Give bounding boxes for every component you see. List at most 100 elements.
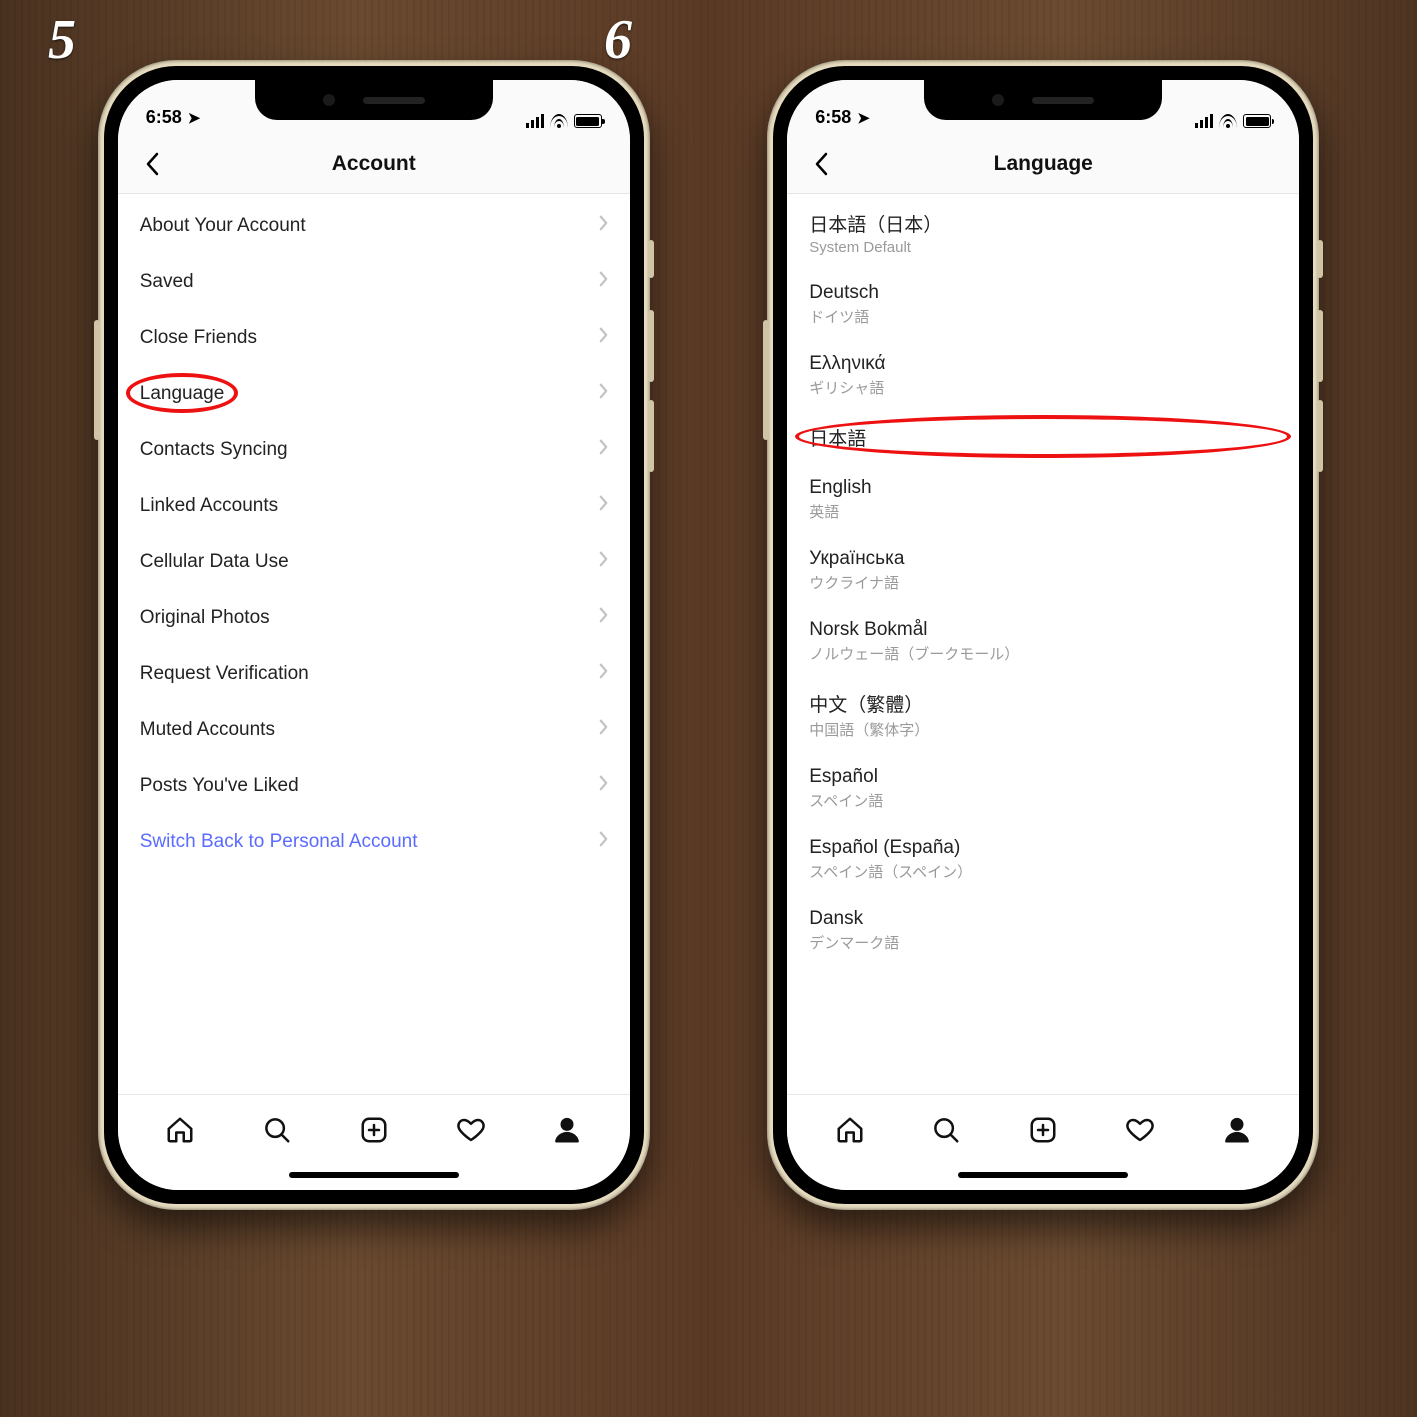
location-icon: ➤	[857, 109, 870, 127]
language-item[interactable]: Españolスペイン語	[787, 754, 1299, 825]
ear-speaker	[363, 97, 425, 104]
chevron-right-icon	[599, 215, 608, 237]
list-item-label: Switch Back to Personal Account	[140, 831, 418, 853]
chevron-left-icon	[814, 152, 828, 176]
status-time: 6:58	[815, 107, 851, 128]
list-item-label: Saved	[140, 271, 194, 293]
content-area[interactable]: About Your Account Saved Close FriendsLang…	[118, 194, 630, 1094]
chevron-right-icon	[599, 831, 608, 853]
home-indicator[interactable]	[289, 1172, 459, 1178]
wifi-icon	[1219, 114, 1237, 128]
cellular-icon	[526, 114, 544, 128]
camera-dot	[992, 94, 1004, 106]
switch-personal-account-link[interactable]: Switch Back to Personal Account	[118, 814, 630, 870]
tab-profile[interactable]	[543, 1106, 591, 1154]
list-item[interactable]: Posts You've Liked	[118, 758, 630, 814]
list-item[interactable]: Cellular Data Use	[118, 534, 630, 590]
list-item[interactable]: Close Friends	[118, 310, 630, 366]
language-name: 日本語	[809, 424, 1277, 451]
back-button[interactable]	[801, 144, 841, 184]
language-name: Norsk Bokmål	[809, 619, 1277, 641]
list-item-label: About Your Account	[140, 215, 306, 237]
chevron-left-icon	[145, 152, 159, 176]
language-name: Español (España)	[809, 837, 1277, 859]
search-icon	[262, 1115, 292, 1145]
language-item[interactable]: Español (España)スペイン語（スペイン）	[787, 825, 1299, 896]
list-item[interactable]: Language	[118, 366, 630, 422]
list-item[interactable]: About Your Account	[118, 198, 630, 254]
cellular-icon	[1195, 114, 1213, 128]
tab-search[interactable]	[922, 1106, 970, 1154]
language-subtitle: スペイン語（スペイン）	[809, 861, 1277, 882]
tab-search[interactable]	[253, 1106, 301, 1154]
tab-profile[interactable]	[1213, 1106, 1261, 1154]
list-item[interactable]: Saved	[118, 254, 630, 310]
volume-down-button	[1317, 400, 1323, 472]
tab-activity[interactable]	[1116, 1106, 1164, 1154]
list-item[interactable]: Muted Accounts	[118, 702, 630, 758]
wifi-icon	[550, 114, 568, 128]
language-subtitle: ギリシャ語	[809, 377, 1277, 398]
chevron-right-icon	[599, 383, 608, 405]
language-item[interactable]: Українськаウクライナ語	[787, 536, 1299, 607]
content-area[interactable]: 日本語（日本） System Default Deutschドイツ語Ελληνικά…	[787, 194, 1299, 1094]
chevron-right-icon	[599, 775, 608, 797]
home-indicator[interactable]	[958, 1172, 1128, 1178]
list-item-label: Contacts Syncing	[140, 439, 288, 461]
list-item-label: Posts You've Liked	[140, 775, 299, 797]
panel-right: 6:58 ➤ Language 日本語（日本）	[718, 60, 1370, 1369]
chevron-right-icon	[599, 271, 608, 293]
language-name: Deutsch	[809, 282, 1277, 304]
language-name: 中文（繁體）	[809, 690, 1277, 717]
language-subtitle: System Default	[809, 239, 1277, 256]
step-label-6: 6	[604, 8, 632, 72]
list-item-label: Cellular Data Use	[140, 551, 289, 573]
power-button	[763, 320, 769, 440]
heart-icon	[1125, 1115, 1155, 1145]
list-item[interactable]: Original Photos	[118, 590, 630, 646]
tab-home[interactable]	[826, 1106, 874, 1154]
plus-square-icon	[1028, 1115, 1058, 1145]
language-name: Español	[809, 766, 1277, 788]
language-subtitle: ノルウェー語（ブークモール）	[809, 643, 1277, 664]
volume-down-button	[648, 400, 654, 472]
language-name: English	[809, 477, 1277, 499]
list-item-label: Request Verification	[140, 663, 309, 685]
language-name: Українська	[809, 548, 1277, 570]
language-item[interactable]: English英語	[787, 465, 1299, 536]
list-item-label: Original Photos	[140, 607, 270, 629]
chevron-right-icon	[599, 495, 608, 517]
language-name: 日本語（日本）	[809, 210, 1277, 237]
tab-bar	[787, 1094, 1299, 1160]
chevron-right-icon	[599, 327, 608, 349]
tab-create[interactable]	[350, 1106, 398, 1154]
list-item[interactable]: Request Verification	[118, 646, 630, 702]
tab-activity[interactable]	[447, 1106, 495, 1154]
phone-frame: 6:58 ➤ Account About Yo	[98, 60, 650, 1210]
nav-bar: Language	[787, 134, 1299, 194]
chevron-right-icon	[599, 663, 608, 685]
tab-bar	[118, 1094, 630, 1160]
back-button[interactable]	[132, 144, 172, 184]
list-item[interactable]: Linked Accounts	[118, 478, 630, 534]
page-title: Language	[994, 152, 1093, 176]
list-item[interactable]: Contacts Syncing	[118, 422, 630, 478]
language-item[interactable]: 中文（繁體）中国語（繁体字）	[787, 678, 1299, 754]
language-item[interactable]: 日本語	[787, 412, 1299, 465]
language-item[interactable]: Norsk Bokmålノルウェー語（ブークモール）	[787, 607, 1299, 678]
screen: 6:58 ➤ Account About Yo	[118, 80, 630, 1190]
battery-icon	[1243, 114, 1271, 128]
notch	[924, 80, 1162, 120]
step-label-5: 5	[48, 8, 76, 72]
page-title: Account	[332, 152, 416, 176]
language-subtitle: スペイン語	[809, 790, 1277, 811]
tab-create[interactable]	[1019, 1106, 1067, 1154]
language-item[interactable]: Ελληνικάギリシャ語	[787, 341, 1299, 412]
language-item[interactable]: Danskデンマーク語	[787, 896, 1299, 967]
mute-switch	[1317, 240, 1323, 278]
phone-frame: 6:58 ➤ Language 日本語（日本）	[767, 60, 1319, 1210]
language-item[interactable]: 日本語（日本） System Default	[787, 198, 1299, 270]
language-item[interactable]: Deutschドイツ語	[787, 270, 1299, 341]
language-name: Dansk	[809, 908, 1277, 930]
tab-home[interactable]	[156, 1106, 204, 1154]
